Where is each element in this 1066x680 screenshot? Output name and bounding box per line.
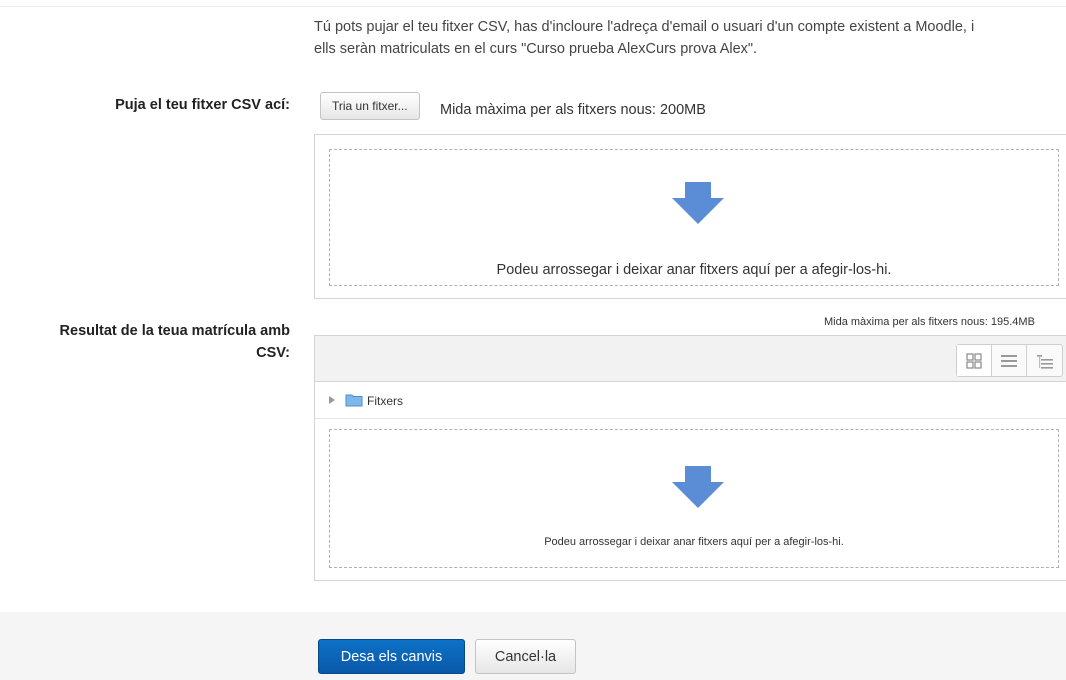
drop-hint-text: Podeu arrossegar i deixar anar fitxers a…	[544, 536, 844, 548]
result-label: Resultat de la teua matrícula amb CSV:	[20, 320, 290, 364]
tree-view-icon[interactable]	[1027, 345, 1062, 376]
choose-file-button[interactable]: Tria un fitxer...	[320, 92, 420, 120]
result-label-line-1: Resultat de la teua matrícula amb	[59, 323, 290, 339]
intro-text: Tú pots pujar el teu fitxer CSV, has d'i…	[314, 16, 1064, 60]
upload-max-size: Mida màxima per als fitxers nous: 200MB	[440, 102, 706, 118]
form-footer: Desa els canvis Cancel·la	[0, 612, 1066, 680]
drop-zone-border: Podeu arrossegar i deixar anar fitxers a…	[329, 429, 1059, 568]
upload-drop-zone[interactable]: Podeu arrossegar i deixar anar fitxers a…	[314, 134, 1066, 299]
folder-icon	[345, 394, 363, 407]
expand-triangle-icon[interactable]	[329, 396, 335, 404]
intro-line-1: Tú pots pujar el teu fitxer CSV, has d'i…	[314, 19, 975, 35]
result-drop-zone[interactable]: Podeu arrossegar i deixar anar fitxers a…	[314, 419, 1066, 581]
upload-csv-label: Puja el teu fitxer CSV ací:	[115, 97, 290, 113]
cancel-button[interactable]: Cancel·la	[475, 639, 576, 674]
view-mode-group	[956, 344, 1063, 377]
result-label-line-2: CSV:	[256, 345, 290, 361]
drop-zone-border: Podeu arrossegar i deixar anar fitxers a…	[329, 149, 1059, 286]
list-view-icon[interactable]	[992, 345, 1027, 376]
folder-label[interactable]: Fitxers	[367, 394, 403, 408]
folder-path-bar: Fitxers	[314, 382, 1066, 419]
result-max-size: Mida màxima per als fitxers nous: 195.4M…	[824, 316, 1035, 328]
top-divider	[0, 6, 1066, 7]
file-manager-toolbar	[314, 335, 1066, 382]
down-arrow-icon	[672, 182, 724, 224]
drop-hint-text: Podeu arrossegar i deixar anar fitxers a…	[496, 262, 892, 278]
save-changes-button[interactable]: Desa els canvis	[318, 639, 465, 674]
intro-line-2: ells seràn matriculats en el curs "Curso…	[314, 41, 758, 57]
grid-view-icon[interactable]	[957, 345, 992, 376]
down-arrow-icon	[672, 466, 724, 508]
